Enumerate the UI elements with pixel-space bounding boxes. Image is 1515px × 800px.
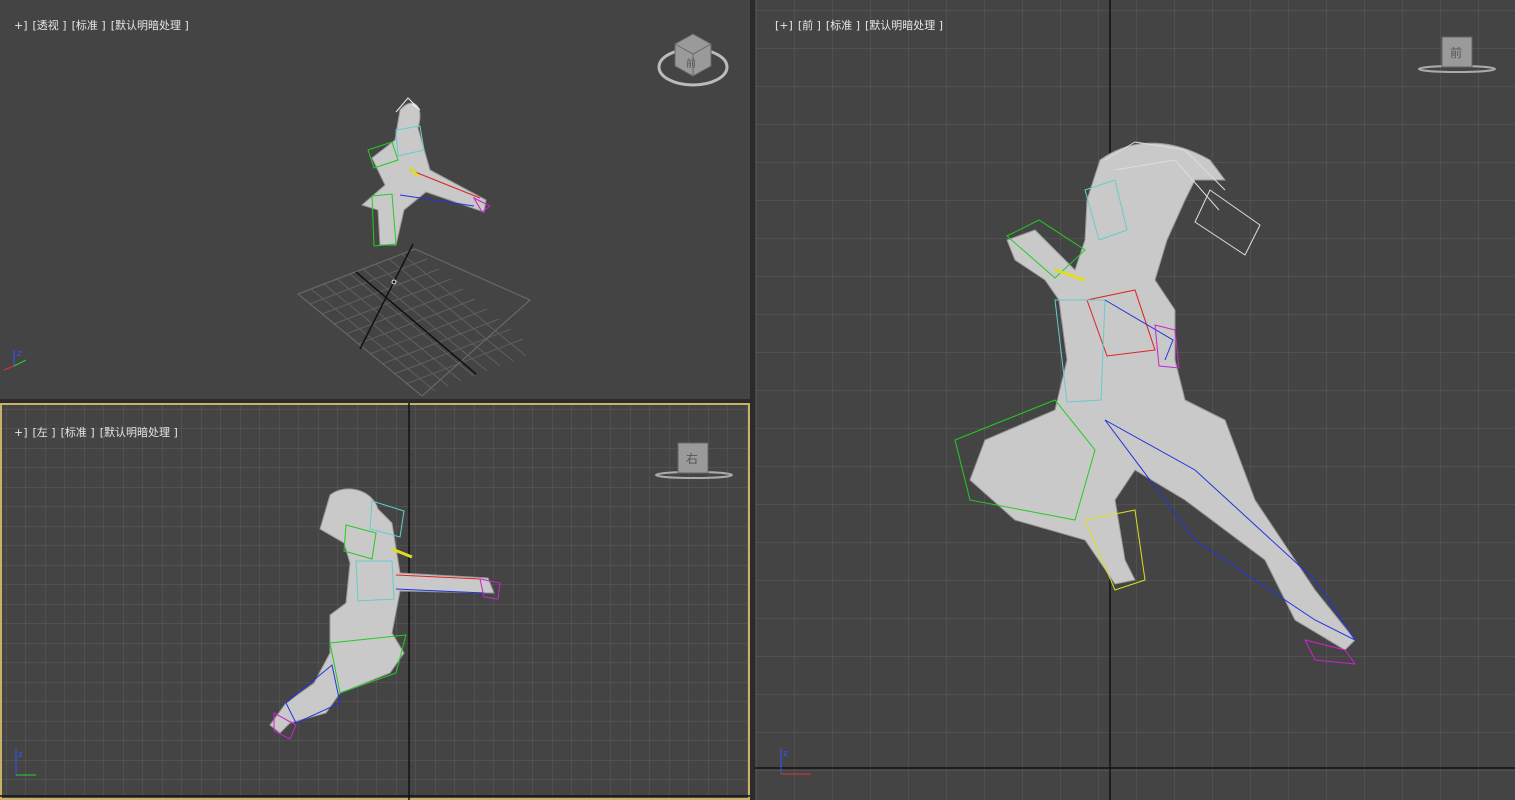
- viewport-menu-button[interactable]: +]: [14, 19, 28, 32]
- view-cube[interactable]: 前: [657, 33, 729, 87]
- view-cube-face-label: 右: [686, 451, 698, 466]
- viewport-label-perspective: +] [透视 ] [标准 ] [默认明暗处理 ]: [0, 4, 194, 46]
- view-mode-button[interactable]: [透视 ]: [33, 19, 67, 32]
- viewport-perspective[interactable]: +] [透视 ] [标准 ] [默认明暗处理 ] 前 z: [0, 0, 750, 399]
- viewport-menu-button[interactable]: [+]: [775, 19, 793, 32]
- lighting-mode-button[interactable]: [默认明暗处理 ]: [100, 426, 178, 439]
- view-mode-button[interactable]: [前 ]: [798, 19, 821, 32]
- viewport-menu-button[interactable]: +]: [14, 426, 28, 439]
- lighting-mode-button[interactable]: [默认明暗处理 ]: [111, 19, 189, 32]
- view-cube-face-label: 前: [1450, 45, 1462, 60]
- character-mesh-perspective: [360, 97, 487, 246]
- front-scene: 前 z: [755, 0, 1515, 800]
- shading-mode-button[interactable]: [标准 ]: [826, 19, 860, 32]
- svg-text:z: z: [18, 750, 23, 760]
- viewport-front[interactable]: [+] [前 ] [标准 ] [默认明暗处理 ] 前 z: [755, 0, 1515, 800]
- perspective-scene: 前 z: [3, 33, 729, 397]
- axis-tripod: z: [3, 349, 27, 371]
- svg-text:z: z: [783, 749, 788, 759]
- shading-mode-button[interactable]: [标准 ]: [61, 426, 95, 439]
- viewport-label-left: +] [左 ] [标准 ] [默认明暗处理 ]: [0, 411, 183, 453]
- lighting-mode-button[interactable]: [默认明暗处理 ]: [865, 19, 943, 32]
- viewport-label-front: [+] [前 ] [标准 ] [默认明暗处理 ]: [761, 4, 948, 46]
- view-cube-face-label: 前: [686, 57, 696, 70]
- svg-text:z: z: [17, 349, 22, 359]
- left-scene: 右 z: [0, 403, 750, 800]
- view-mode-button[interactable]: [左 ]: [33, 426, 56, 439]
- viewport-left[interactable]: +] [左 ] [标准 ] [默认明暗处理 ] 右 z: [0, 403, 750, 800]
- shading-mode-button[interactable]: [标准 ]: [72, 19, 106, 32]
